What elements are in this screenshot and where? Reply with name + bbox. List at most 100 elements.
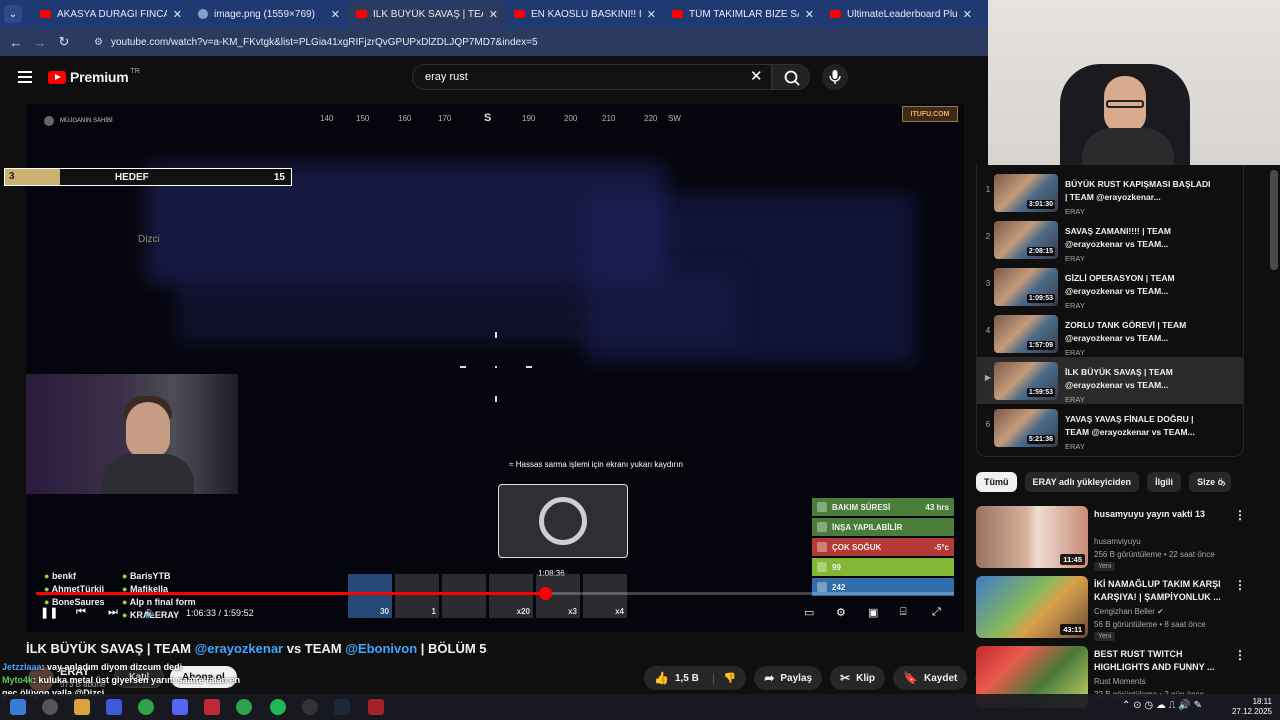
obs-icon[interactable] <box>302 699 318 715</box>
menu-icon[interactable] <box>18 68 32 86</box>
youtube-premium-logo[interactable]: Premium TR <box>48 68 140 85</box>
close-tab-icon[interactable]: ✕ <box>173 8 182 21</box>
browser-tab[interactable]: UltimateLeaderboard Plugin Re ✕ <box>822 2 980 26</box>
store-icon[interactable] <box>106 699 122 715</box>
tray-icons[interactable]: ⌃ ⊙ ◷ ☁ ⎍ 🔊 ✎ <box>1122 701 1202 711</box>
progress-bar[interactable] <box>36 587 954 600</box>
site-info-icon[interactable]: ⚙ <box>94 37 103 48</box>
playlist-thumbnail: 1:09:53 <box>994 268 1058 306</box>
playlist-item-channel: ERAY <box>1065 207 1085 216</box>
forward-arrow-icon[interactable]: → <box>28 35 52 50</box>
file-explorer-icon[interactable] <box>74 699 90 715</box>
scrollbar[interactable] <box>1270 170 1278 270</box>
new-badge: Yeni <box>1094 562 1116 571</box>
app-icon[interactable] <box>204 699 220 715</box>
browser-tab[interactable]: İLK BÜYÜK SAVAŞ | TEAM @ ✕ <box>348 2 506 26</box>
chrome-icon[interactable] <box>138 699 154 715</box>
previous-icon[interactable]: ⏮ <box>76 606 86 619</box>
title-part: İLK BÜYÜK SAVAŞ | TEAM <box>26 641 195 656</box>
search-icon[interactable] <box>42 699 58 715</box>
browser-tab[interactable]: EN KAOSLU BASKINI!! İNANILM ✕ <box>506 2 664 26</box>
recommended-video[interactable]: 11:45 husamyuyu yayın vakti 13 husamviyuyu… <box>976 506 1252 571</box>
chrome-profile-icon[interactable] <box>236 699 252 715</box>
like-button[interactable]: 👍 1,5 B 👎 <box>644 666 747 690</box>
thumbs-down-icon[interactable]: 👎 <box>712 672 736 684</box>
video-actions: 👍1,5 B👎 ➦Paylaş ✂Klip 🔖Kaydet ⋯ <box>644 666 1009 690</box>
playlist-item[interactable]: 4 1:57:09 ZORLU TANK GÖREVİ | TEAM @erayoz… <box>977 310 1243 357</box>
browser-tab[interactable]: AKASYA DURAĞI FINCANLIM O ✕ <box>32 2 190 26</box>
filter-chip[interactable]: İlgili <box>1147 472 1182 492</box>
game-app-icon[interactable] <box>368 699 384 715</box>
objective-right-value: 15 <box>273 171 285 183</box>
spotify-icon[interactable] <box>270 699 286 715</box>
cast-icon[interactable]: ⌸ <box>900 606 907 619</box>
playlist-panel: 1 3:01:30 BÜYÜK RUST KAPIŞMASI BAŞLADI | T… <box>976 165 1244 457</box>
player-marker-label: Dizci <box>138 234 160 245</box>
video-thumbnail[interactable]: 11:45 <box>976 506 1088 568</box>
subtitles-icon[interactable]: ▭ <box>804 606 814 619</box>
share-label: Paylaş <box>780 672 813 684</box>
pause-icon[interactable]: ❚❚ <box>40 606 58 619</box>
playlist-item[interactable]: 6 5:21:36 YAVAŞ YAVAŞ FİNALE DOĞRU | TEAM … <box>977 404 1243 451</box>
miniplayer-icon[interactable]: ▣ <box>868 606 878 619</box>
discord-icon[interactable] <box>172 699 188 715</box>
close-tab-icon[interactable]: ✕ <box>963 8 972 21</box>
recommended-video[interactable]: 43:11 İKİ NAMAĞLUP TAKIM KARŞI KARŞIYA! |… <box>976 576 1252 641</box>
share-button[interactable]: ➦ Paylaş <box>754 666 823 690</box>
save-button[interactable]: 🔖 Kaydet <box>893 666 968 690</box>
filter-chip[interactable]: Tümü <box>976 472 1017 492</box>
video-title: İKİ NAMAĞLUP TAKIM KARŞI KARŞIYA! | ŞAMP… <box>1094 579 1221 602</box>
clear-search-icon[interactable]: ✕ <box>750 67 763 85</box>
tab-search-icon[interactable]: ⌄ <box>4 5 22 23</box>
filter-chip[interactable]: ERAY adlı yükleyiciden <box>1024 472 1140 492</box>
close-tab-icon[interactable]: ✕ <box>647 8 656 21</box>
clip-label: Klip <box>856 672 876 684</box>
address-bar-row: ← → ↻ ⚙ youtube.com/watch?v=a-KM_FKvtgk&l… <box>0 28 988 56</box>
back-arrow-icon[interactable]: ← <box>4 35 28 50</box>
more-options-icon[interactable]: ⋮ <box>1234 508 1246 522</box>
channel-name[interactable]: Cengizhan Beller ✔ <box>1094 607 1164 616</box>
channel-name[interactable]: husamviyuyu <box>1094 537 1141 546</box>
playlist-item-channel: ERAY <box>1065 395 1085 404</box>
close-tab-icon[interactable]: ✕ <box>805 8 814 21</box>
more-options-icon[interactable]: ⋮ <box>1234 578 1246 592</box>
windows-start-icon[interactable] <box>10 699 26 715</box>
compass-tick-label: 170 <box>438 114 452 123</box>
playlist-item[interactable]: ▶ 1:59:53 İLK BÜYÜK SAVAŞ | TEAM @erayozke… <box>977 357 1243 404</box>
close-tab-icon[interactable]: ✕ <box>331 8 340 21</box>
compass-tick-label: 210 <box>602 114 616 123</box>
playlist-item[interactable]: 3 1:09:53 GİZLİ OPERASYON | TEAM @erayozke… <box>977 263 1243 310</box>
voice-search-button[interactable] <box>822 64 848 90</box>
video-thumbnail[interactable]: 43:11 <box>976 576 1088 638</box>
browser-tab[interactable]: image.png (1559×769) ✕ <box>190 2 348 26</box>
playlist-thumbnail: 5:21:36 <box>994 409 1058 447</box>
clip-button[interactable]: ✂ Klip <box>830 666 886 690</box>
close-tab-icon[interactable]: ✕ <box>489 8 498 21</box>
playlist-item[interactable]: 1 3:01:30 BÜYÜK RUST KAPIŞMASI BAŞLADI | T… <box>977 169 1243 216</box>
fullscreen-icon[interactable]: ⤢ <box>932 606 941 619</box>
mention-link[interactable]: @Ebonivon <box>345 641 417 656</box>
title-part: | BÖLÜM 5 <box>417 641 487 656</box>
browser-tab[interactable]: TÜM TAKIMLAR BİZE SALDIRDI ✕ <box>664 2 822 26</box>
search-button[interactable] <box>772 64 810 90</box>
next-icon[interactable]: ⏭ <box>108 606 118 619</box>
save-label: Kaydet <box>923 672 958 684</box>
chevron-right-icon[interactable]: › <box>1222 476 1226 490</box>
status-row: ÇOK SOĞUK -5°c <box>812 538 954 556</box>
volume-icon[interactable]: 🔈 <box>144 606 158 619</box>
url-field[interactable]: ⚙ youtube.com/watch?v=a-KM_FKvtgk&list=PL… <box>94 37 538 48</box>
playlist-index: 2 <box>985 232 991 241</box>
duration-badge: 2:08:15 <box>1026 247 1055 256</box>
status-label: 242 <box>832 582 846 592</box>
playlist-item[interactable]: 2 2:08:15 SAVAŞ ZAMANI!!!! | TEAM @erayozk… <box>977 216 1243 263</box>
settings-gear-icon[interactable]: ⚙ <box>836 606 846 619</box>
reload-icon[interactable]: ↻ <box>52 34 76 50</box>
steam-icon[interactable] <box>334 699 350 715</box>
search-input[interactable]: eray rust <box>412 64 772 90</box>
mention-link[interactable]: @erayozkenar <box>195 641 284 656</box>
channel-name[interactable]: Rust Moments <box>1094 677 1146 686</box>
time-display: 1:06:33 / 1:59:52 <box>186 608 254 618</box>
more-options-icon[interactable]: ⋮ <box>1234 648 1246 662</box>
status-label: İNŞA YAPILABİLİR <box>832 522 903 532</box>
playlist-index: 6 <box>985 420 991 429</box>
